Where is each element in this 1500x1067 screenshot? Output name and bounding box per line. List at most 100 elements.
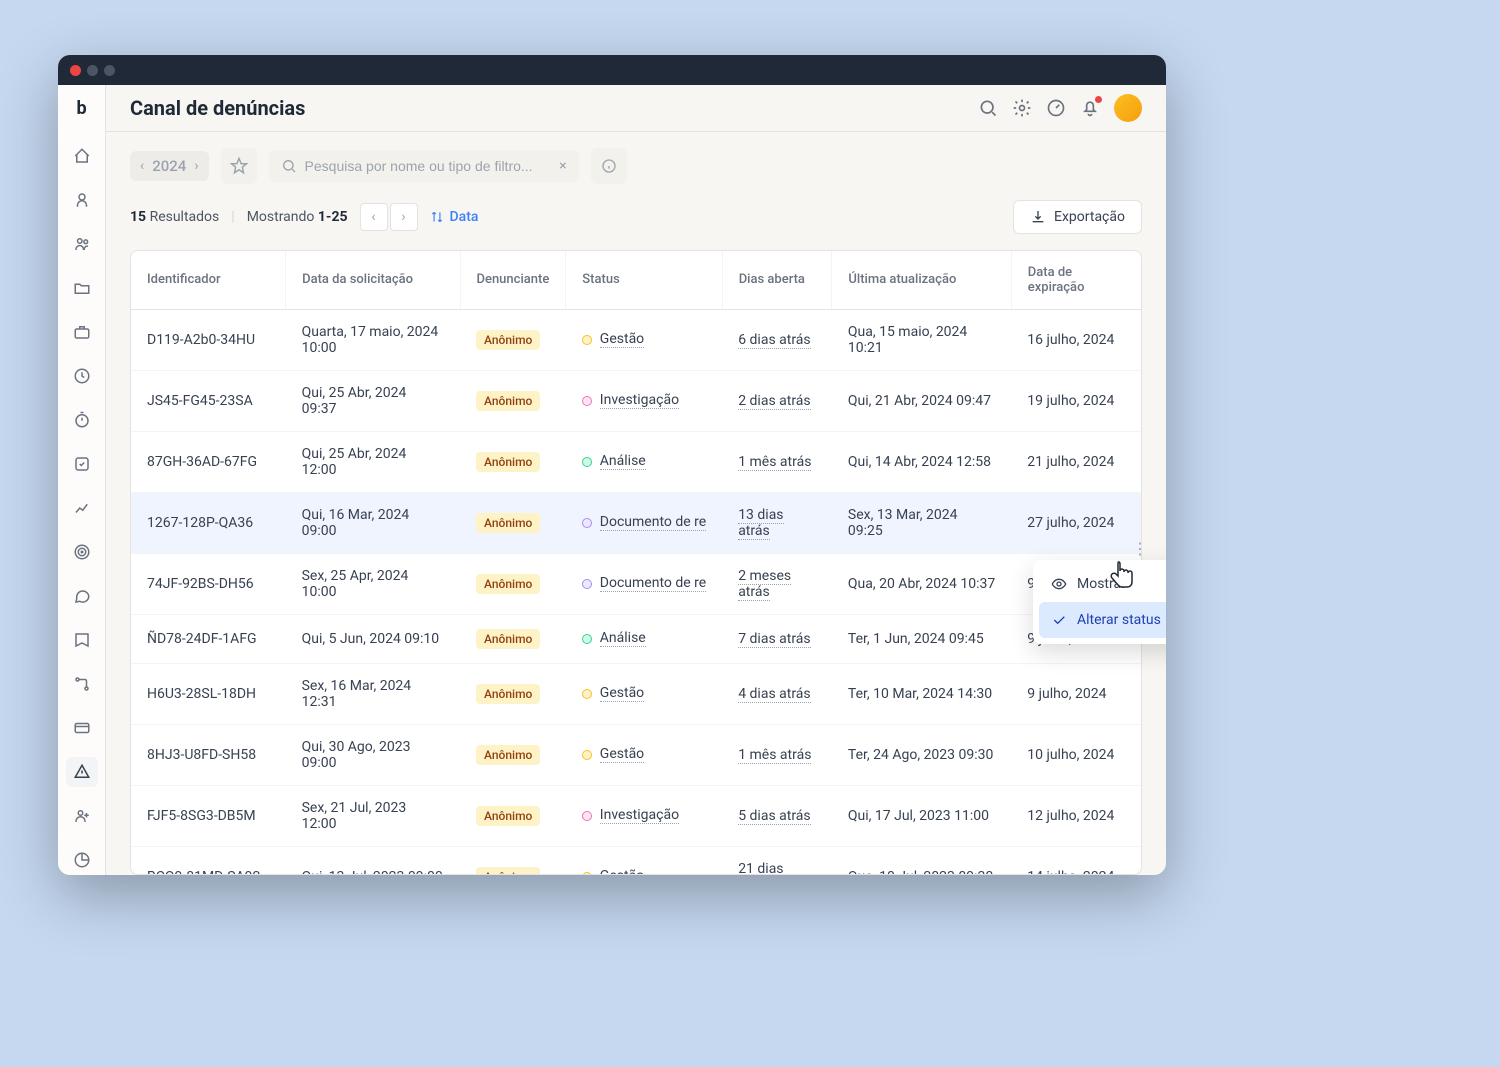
cell-reporter: Anônimo bbox=[460, 431, 566, 492]
briefcase-icon[interactable] bbox=[66, 317, 98, 347]
column-header-reporter[interactable]: Denunciante bbox=[460, 251, 566, 310]
close-window-icon[interactable] bbox=[70, 65, 81, 76]
user-icon[interactable] bbox=[66, 185, 98, 215]
context-change-status-label: Alterar status bbox=[1077, 612, 1161, 628]
page-prev-button[interactable]: ‹ bbox=[360, 203, 388, 231]
cell-id: 8HJ3-U8FD-SH58 bbox=[131, 724, 286, 785]
cell-days: 4 dias atrás bbox=[722, 663, 832, 724]
column-header-days[interactable]: Dias aberta bbox=[722, 251, 832, 310]
status-dot-icon bbox=[582, 689, 592, 699]
status-text: Gestão bbox=[600, 868, 644, 875]
bell-icon[interactable] bbox=[1080, 98, 1100, 118]
year-prev-button[interactable]: ‹ bbox=[140, 158, 144, 174]
cell-date: Qui, 5 Jun, 2024 09:10 bbox=[286, 614, 460, 663]
flow-icon[interactable] bbox=[66, 669, 98, 699]
table-row[interactable]: 87GH-36AD-67FG Qui, 25 Abr, 2024 12:00 A… bbox=[131, 431, 1141, 492]
cell-id: FJF5-8SG3-DB5M bbox=[131, 785, 286, 846]
header: Canal de denúncias bbox=[106, 85, 1166, 132]
table-row[interactable]: H6U3-28SL-18DH Sex, 16 Mar, 2024 12:31 A… bbox=[131, 663, 1141, 724]
page-title: Canal de denúncias bbox=[130, 96, 305, 120]
chat-icon[interactable] bbox=[66, 581, 98, 611]
cell-date: Sex, 16 Mar, 2024 12:31 bbox=[286, 663, 460, 724]
dashboard-icon[interactable] bbox=[1046, 98, 1066, 118]
sort-button[interactable]: Data bbox=[430, 209, 479, 225]
context-show-button[interactable]: Mostrar bbox=[1039, 566, 1166, 602]
status-dot-icon bbox=[582, 750, 592, 760]
cell-date: Qui, 25 Abr, 2024 09:37 bbox=[286, 370, 460, 431]
year-selector: ‹ 2024 › bbox=[130, 151, 209, 181]
table-row[interactable]: D119-A2b0-34HU Quarta, 17 maio, 2024 10:… bbox=[131, 309, 1141, 370]
cell-reporter: Anônimo bbox=[460, 846, 566, 875]
maximize-window-icon[interactable] bbox=[104, 65, 115, 76]
year-next-button[interactable]: › bbox=[194, 158, 198, 174]
avatar[interactable] bbox=[1114, 94, 1142, 122]
clear-search-button[interactable]: × bbox=[559, 158, 566, 174]
row-menu-button[interactable]: ⋮ bbox=[1132, 539, 1148, 558]
users-icon[interactable] bbox=[66, 229, 98, 259]
page-next-button[interactable]: › bbox=[390, 203, 418, 231]
search-box: × bbox=[269, 150, 579, 182]
table-row[interactable]: 8HJ3-U8FD-SH58 Qui, 30 Ago, 2023 09:00 A… bbox=[131, 724, 1141, 785]
cell-update: Qua, 20 Abr, 2024 10:37 bbox=[832, 553, 1011, 614]
card-icon[interactable] bbox=[66, 713, 98, 743]
results-label: Resultados bbox=[150, 209, 220, 225]
check-icon[interactable] bbox=[66, 449, 98, 479]
status-dot-icon bbox=[582, 396, 592, 406]
info-button[interactable] bbox=[591, 148, 627, 184]
clock-icon[interactable] bbox=[66, 361, 98, 391]
table-row[interactable]: FJF5-8SG3-DB5M Sex, 21 Jul, 2023 12:00 A… bbox=[131, 785, 1141, 846]
table-row[interactable]: JS45-FG45-23SA Qui, 25 Abr, 2024 09:37 A… bbox=[131, 370, 1141, 431]
status-text: Investigação bbox=[600, 392, 679, 409]
table-row[interactable]: 1267-128P-QA36 Qui, 16 Mar, 2024 09:00 A… bbox=[131, 492, 1141, 553]
status-text: Investigação bbox=[600, 807, 679, 824]
context-change-status-button[interactable]: Alterar status bbox=[1039, 602, 1166, 638]
search-icon[interactable] bbox=[978, 98, 998, 118]
folder-icon[interactable] bbox=[66, 273, 98, 303]
user-add-icon[interactable] bbox=[66, 801, 98, 831]
check-icon bbox=[1051, 612, 1067, 628]
book-icon[interactable] bbox=[66, 625, 98, 655]
cell-days: 1 mês atrás bbox=[722, 724, 832, 785]
results-range: 1-25 bbox=[318, 209, 348, 225]
pie-icon[interactable] bbox=[66, 845, 98, 875]
cell-reporter: Anônimo bbox=[460, 309, 566, 370]
reporter-badge: Anônimo bbox=[476, 330, 540, 350]
status-dot-icon bbox=[582, 811, 592, 821]
cell-id: D119-A2b0-34HU bbox=[131, 309, 286, 370]
cell-id: H6U3-28SL-18DH bbox=[131, 663, 286, 724]
cell-status: Gestão bbox=[566, 309, 722, 370]
export-button[interactable]: Exportação bbox=[1013, 200, 1142, 234]
reporter-badge: Anônimo bbox=[476, 629, 540, 649]
status-text: Documento de re bbox=[600, 514, 706, 531]
column-header-date[interactable]: Data da solicitação bbox=[286, 251, 460, 310]
alert-icon[interactable] bbox=[66, 757, 98, 787]
cell-id: 87GH-36AD-67FG bbox=[131, 431, 286, 492]
context-menu: Mostrar Alterar status bbox=[1033, 560, 1166, 644]
cell-expiry: 10 julho, 2024 bbox=[1011, 724, 1141, 785]
column-header-update[interactable]: Última atualização bbox=[832, 251, 1011, 310]
column-header-expiry[interactable]: Data de expiração bbox=[1011, 251, 1141, 310]
cell-date: Sex, 21 Jul, 2023 12:00 bbox=[286, 785, 460, 846]
chart-icon[interactable] bbox=[66, 493, 98, 523]
gear-icon[interactable] bbox=[1012, 98, 1032, 118]
cell-update: Qui, 14 Abr, 2024 12:58 bbox=[832, 431, 1011, 492]
target-icon[interactable] bbox=[66, 537, 98, 567]
cell-reporter: Anônimo bbox=[460, 370, 566, 431]
table-row[interactable]: 74JF-92BS-DH56 Sex, 25 Apr, 2024 10:00 A… bbox=[131, 553, 1141, 614]
favorite-button[interactable] bbox=[221, 148, 257, 184]
search-input[interactable] bbox=[305, 158, 552, 174]
cell-days: 21 dias atrás bbox=[722, 846, 832, 875]
status-dot-icon bbox=[582, 457, 592, 467]
home-icon[interactable] bbox=[66, 141, 98, 171]
status-text: Gestão bbox=[600, 331, 644, 348]
results-count: 15 bbox=[130, 209, 146, 225]
table-row[interactable]: BCQ9-81MD-SA92 Qui, 13 Jul, 2023 09:00 A… bbox=[131, 846, 1141, 875]
minimize-window-icon[interactable] bbox=[87, 65, 98, 76]
column-header-status[interactable]: Status bbox=[566, 251, 722, 310]
table-row[interactable]: ÑD78-24DF-1AFG Qui, 5 Jun, 2024 09:10 An… bbox=[131, 614, 1141, 663]
titlebar bbox=[58, 55, 1166, 85]
cell-status: Análise bbox=[566, 431, 722, 492]
column-header-id[interactable]: Identificador bbox=[131, 251, 286, 310]
timer-icon[interactable] bbox=[66, 405, 98, 435]
status-dot-icon bbox=[582, 872, 592, 875]
